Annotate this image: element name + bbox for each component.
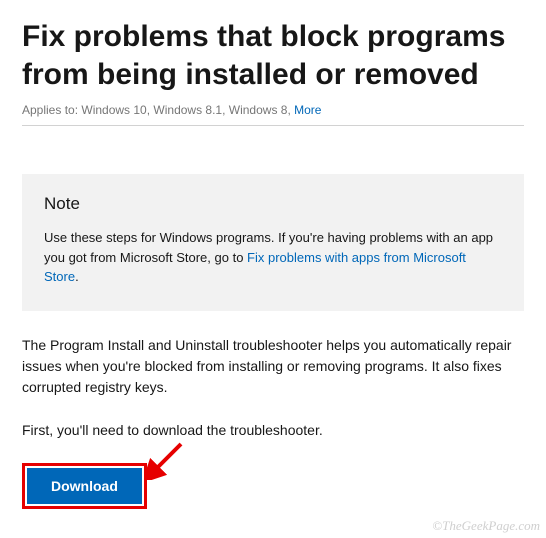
instruction-paragraph: First, you'll need to download the troub… (22, 420, 524, 441)
more-link[interactable]: More (294, 103, 321, 117)
annotation-arrow-icon (145, 440, 185, 480)
download-highlight-box: Download (22, 463, 147, 509)
description-paragraph: The Program Install and Uninstall troubl… (22, 335, 524, 398)
note-text: Use these steps for Windows programs. If… (44, 228, 502, 287)
applies-to-text: Applies to: Windows 10, Windows 8.1, Win… (22, 103, 294, 117)
download-button[interactable]: Download (27, 468, 142, 504)
page-title: Fix problems that block programs from be… (22, 18, 524, 93)
note-box: Note Use these steps for Windows program… (22, 174, 524, 311)
note-heading: Note (44, 194, 502, 214)
note-tail: . (75, 269, 79, 284)
watermark: ©TheGeekPage.com (432, 518, 540, 534)
applies-to-row: Applies to: Windows 10, Windows 8.1, Win… (22, 103, 524, 126)
